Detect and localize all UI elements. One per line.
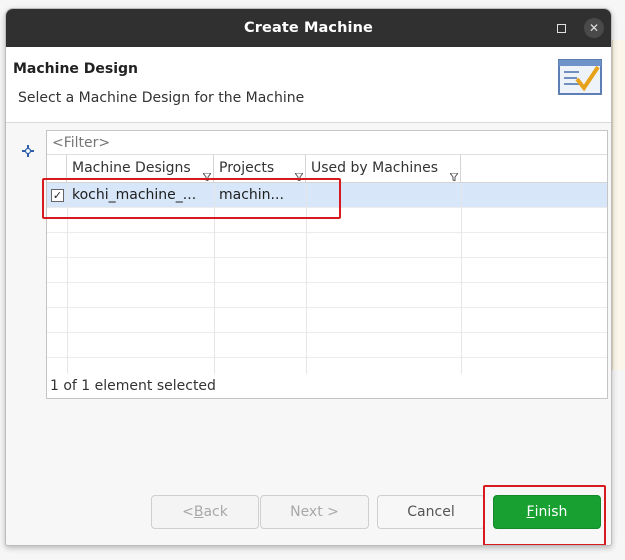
wizard-header: Machine Design Select a Machine Design f… [6,47,611,123]
add-plus-icon[interactable] [21,144,35,158]
table-row-empty [47,233,607,258]
maximize-icon[interactable] [551,18,571,38]
header-title: Machine Design [13,61,139,77]
table-row[interactable]: ✓ kochi_machine_... machin... [47,183,607,208]
column-header-machine-designs[interactable]: Machine Designs [67,155,214,183]
back-button[interactable]: < Back [151,495,259,529]
wizard-checklist-icon [558,59,602,95]
column-label: Used by Machines [311,160,439,176]
wizard-content: Machine Designs Projects Used by Machine… [6,124,611,484]
column-divider [214,184,215,374]
cell-project: machin... [219,187,284,203]
machine-design-table: Machine Designs Projects Used by Machine… [46,130,608,399]
column-header-projects[interactable]: Projects [214,155,306,183]
table-row-empty [47,333,607,358]
header-description: Select a Machine Design for the Machine [18,90,305,106]
background-panel [612,40,625,370]
column-label: Projects [219,160,275,176]
dialog-footer: < Back Next > Cancel Finish [6,484,611,545]
finish-button[interactable]: Finish [493,495,601,529]
table-row-empty [47,258,607,283]
table-body: ✓ kochi_machine_... machin... [47,183,607,383]
create-machine-dialog: Create Machine ✕ Machine Design Select a… [5,8,612,546]
table-row-empty [47,208,607,233]
column-header-used-by-machines[interactable]: Used by Machines [306,155,461,183]
filter-funnel-icon[interactable] [295,173,303,181]
filter-funnel-icon[interactable] [203,173,211,181]
table-row-empty [47,283,607,308]
cancel-button[interactable]: Cancel [377,495,485,529]
selection-status: 1 of 1 element selected [47,374,607,398]
next-button[interactable]: Next > [260,495,369,529]
table-row-empty [47,308,607,333]
cell-machine-design: kochi_machine_... [72,187,197,203]
filter-input[interactable] [47,131,607,155]
cell-used-by-machines [306,183,461,208]
table-header: Machine Designs Projects Used by Machine… [47,155,607,183]
filter-funnel-icon[interactable] [450,173,458,181]
column-divider [306,184,307,374]
column-divider [67,184,68,374]
back-prefix: < [182,504,194,520]
close-icon[interactable]: ✕ [584,18,604,38]
column-label: Machine Designs [72,160,191,176]
back-rest: ack [203,504,228,520]
checkbox-checked-icon[interactable]: ✓ [51,189,64,202]
finish-mnemonic: F [526,504,535,520]
back-mnemonic: B [193,504,204,520]
column-divider [461,184,462,374]
dialog-titlebar: Create Machine ✕ [6,9,611,47]
finish-rest: inish [534,504,568,520]
dialog-title: Create Machine [244,20,373,36]
checkbox-column-header [47,155,67,183]
